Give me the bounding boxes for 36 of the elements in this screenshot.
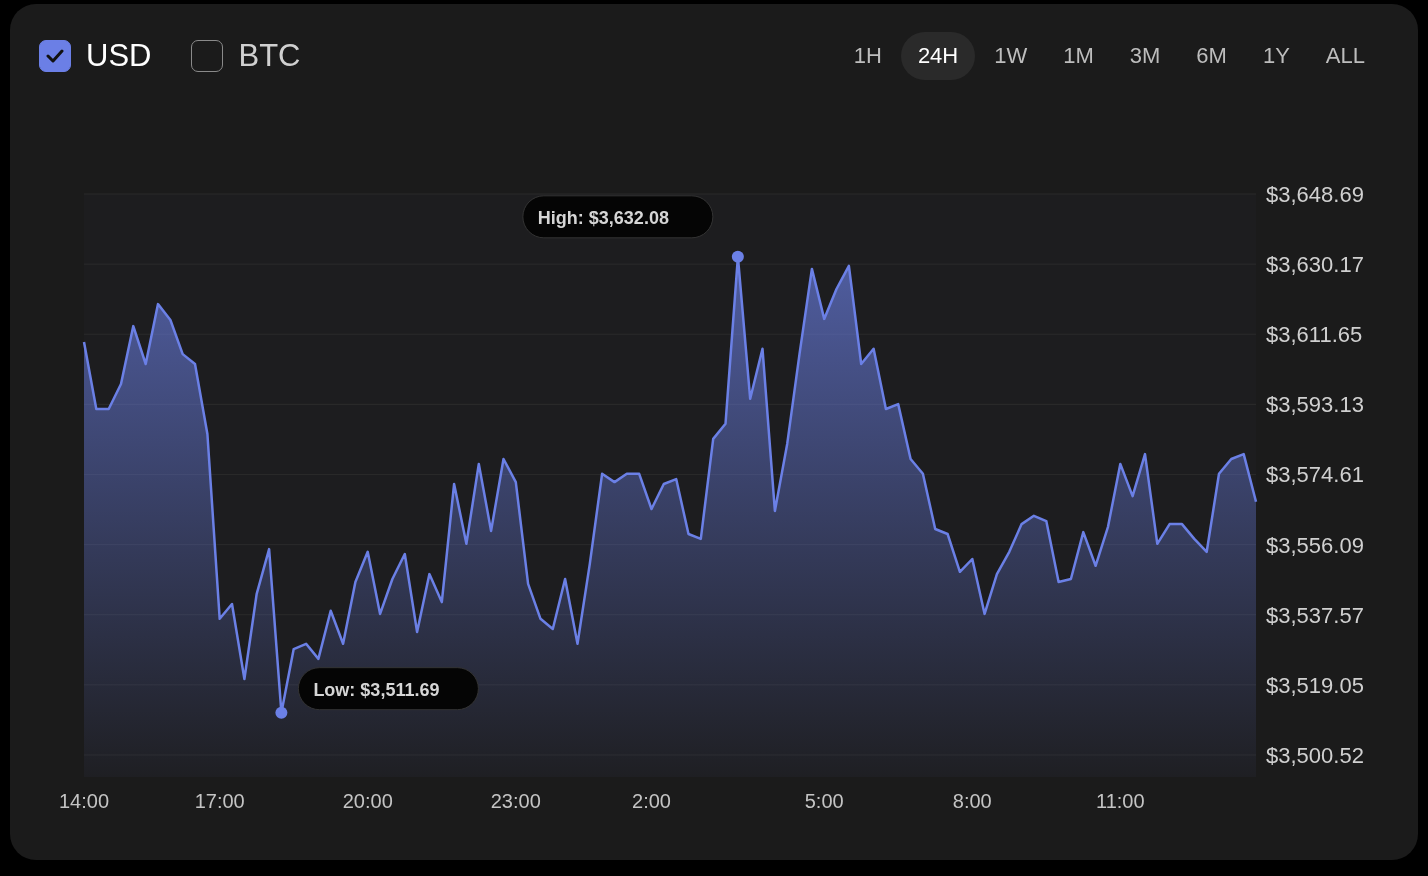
time-range-tab[interactable]: 1W <box>977 32 1045 80</box>
checkbox[interactable] <box>39 40 71 72</box>
price-axis-label: $3,500.52 <box>1266 743 1364 768</box>
time-axis-label: 17:00 <box>194 790 245 812</box>
price-tooltip: High: $3,632.08 <box>522 195 714 239</box>
price-axis-label: $3,611.65 <box>1266 322 1363 348</box>
checkbox[interactable] <box>191 40 224 72</box>
price-tooltip: Low: $3,511.69 <box>297 667 479 711</box>
checkbox-label: BTC <box>238 38 301 74</box>
annotation: High: $3,632.08 <box>537 207 669 228</box>
time-range-tab[interactable]: 24H <box>900 32 976 80</box>
time-axis-label: 23:00 <box>490 790 541 812</box>
time-range-tab[interactable]: 1M <box>1046 32 1111 80</box>
checkbox-label: USD <box>86 38 152 74</box>
checkmark-icon <box>46 49 64 63</box>
time-axis-label: 11:00 <box>1096 790 1145 812</box>
price-axis-label: $3,556.09 <box>1266 532 1364 558</box>
price-axis-label: $3,593.13 <box>1266 392 1364 418</box>
price-axis-label: $3,648.69 <box>1266 182 1364 207</box>
time-axis-label: 2:00 <box>632 790 671 812</box>
price-axis-label: $3,574.61 <box>1266 462 1364 488</box>
time-range-tab[interactable]: 1H <box>836 32 899 80</box>
time-axis-label: 14:00 <box>58 790 110 812</box>
time-axis-label: 20:00 <box>342 790 393 812</box>
time-range-tab[interactable]: 1Y <box>1245 32 1307 80</box>
annotation: Low: $3,511.69 <box>313 679 440 700</box>
time-range-tab[interactable]: 3M <box>1112 32 1178 80</box>
price-axis-label: $3,537.57 <box>1266 602 1364 628</box>
price-axis-label: $3,630.17 <box>1266 252 1364 278</box>
price-marker <box>731 250 744 263</box>
time-axis-label: 5:00 <box>804 790 844 812</box>
price-axis-label: $3,519.05 <box>1266 672 1364 698</box>
time-range-tab[interactable]: ALL <box>1308 32 1382 80</box>
time-axis-label: 8:00 <box>952 790 992 812</box>
price-marker <box>275 706 288 719</box>
time-range-tab[interactable]: 6M <box>1179 32 1244 80</box>
